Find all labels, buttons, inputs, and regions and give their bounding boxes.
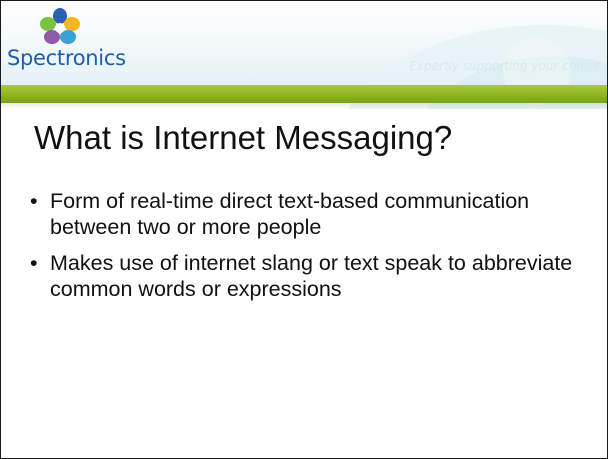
logo-wordmark: Spectronics: [7, 46, 126, 70]
bullet-text: Makes use of internet slang or text spea…: [50, 251, 573, 301]
header-tagline: Expertly supporting your choice: [409, 59, 601, 73]
bullet-item: • Form of real-time direct text-based co…: [28, 188, 588, 240]
bullet-item: • Makes use of internet slang or text sp…: [28, 250, 588, 302]
header-green-band: [1, 85, 607, 103]
spectronics-logo: Spectronics: [7, 7, 157, 79]
flower-logo-icon: [40, 8, 80, 44]
bullet-list: • Form of real-time direct text-based co…: [28, 188, 588, 312]
slide: Spectronics Expertly supporting your cho…: [0, 0, 608, 459]
slide-title: What is Internet Messaging?: [34, 119, 453, 156]
bullet-dot-icon: •: [30, 189, 38, 213]
header-band-shadow: [1, 103, 607, 109]
bullet-dot-icon: •: [30, 251, 38, 275]
bullet-text: Form of real-time direct text-based comm…: [50, 189, 530, 239]
